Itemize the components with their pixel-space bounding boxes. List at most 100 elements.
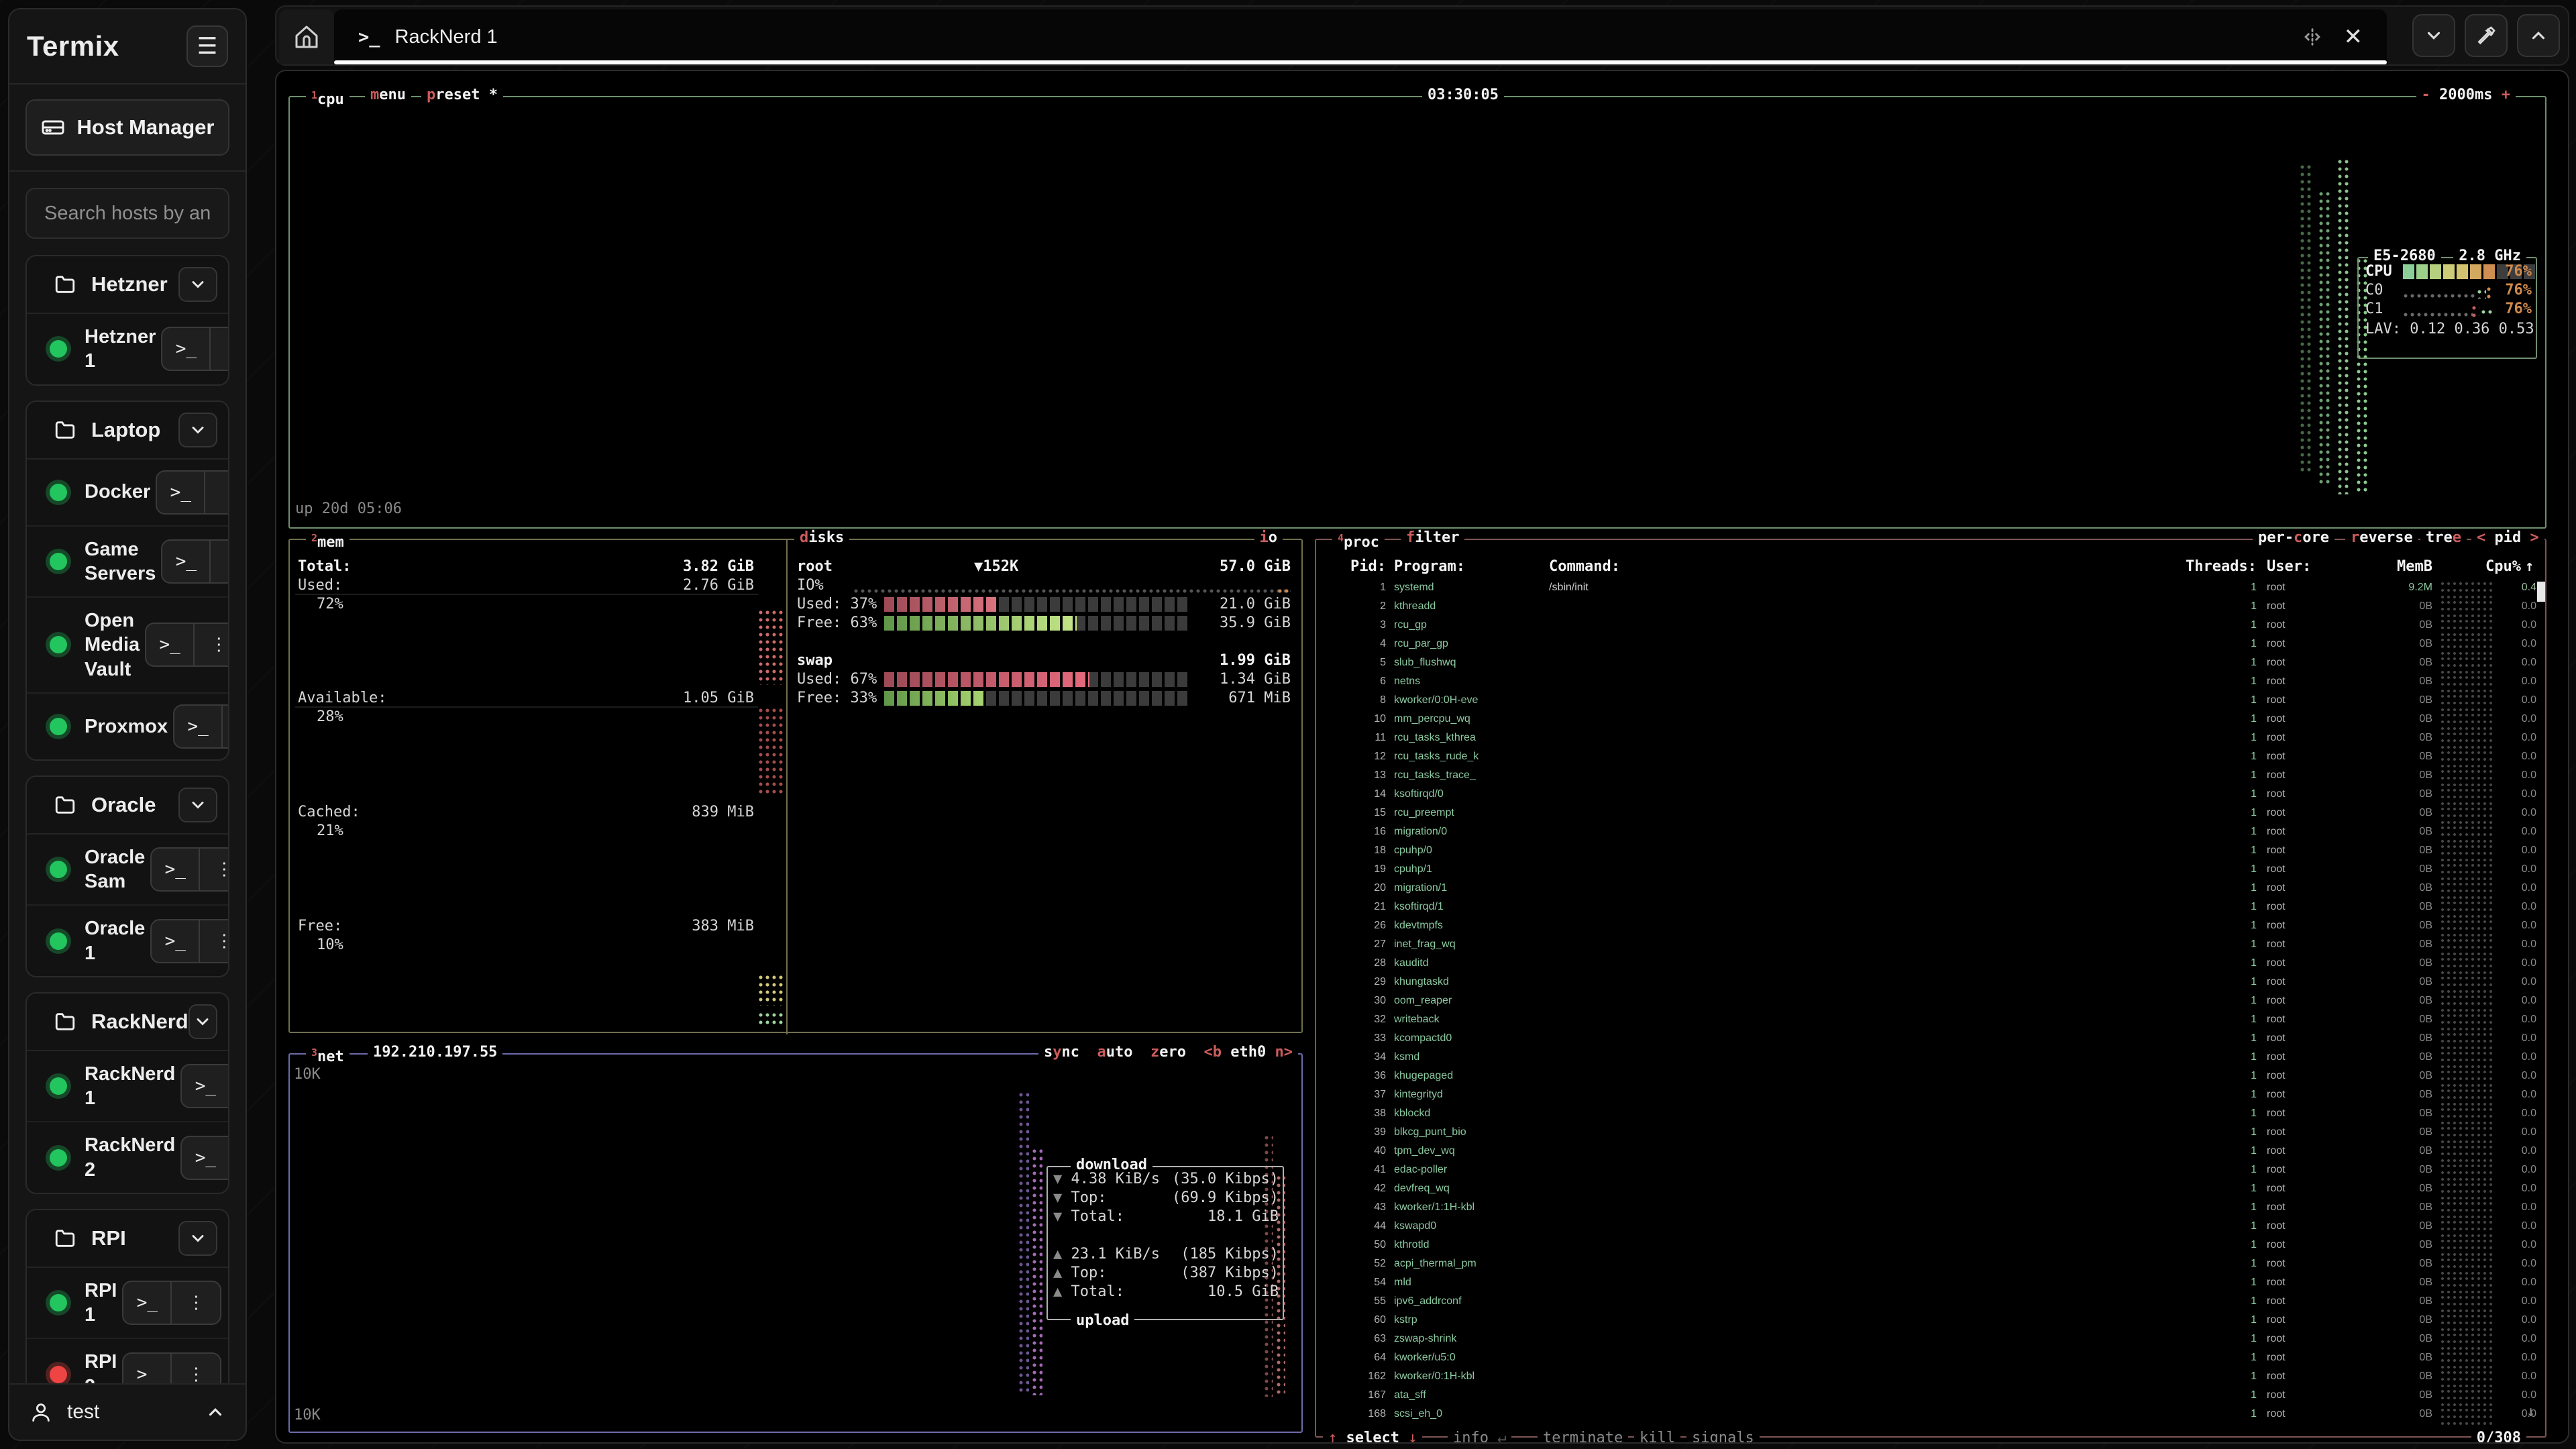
open-terminal-button[interactable]: >_ — [182, 1137, 229, 1179]
host-item-open-media-vault[interactable]: Open Media Vault >_ ⋮ — [27, 598, 228, 694]
process-row[interactable]: 60 kstrp 1 root 0B 0.0 — [1316, 1314, 2545, 1333]
process-row[interactable]: 1 systemd /sbin/init 1 root 9.2M 0.4 — [1316, 582, 2545, 600]
process-row[interactable]: 37 kintegrityd 1 root 0B 0.0 — [1316, 1089, 2545, 1108]
process-row[interactable]: 18 cpuhp/0 1 root 0B 0.0 — [1316, 845, 2545, 863]
host-item-oracle-sam[interactable]: Oracle Sam >_ ⋮ — [27, 835, 228, 906]
process-row[interactable]: 8 kworker/0:0H-eve 1 root 0B 0.0 — [1316, 694, 2545, 713]
close-tab-icon[interactable]: ✕ — [2344, 23, 2363, 50]
process-row[interactable]: 6 netns 1 root 0B 0.0 — [1316, 676, 2545, 694]
process-row[interactable]: 12 rcu_tasks_rude_k 1 root 0B 0.0 — [1316, 751, 2545, 769]
process-row[interactable]: 55 ipv6_addrconf 1 root 0B 0.0 — [1316, 1295, 2545, 1314]
disks-title[interactable]: disks — [794, 529, 849, 547]
host-item-oracle-1[interactable]: Oracle 1 >_ ⋮ — [27, 906, 228, 976]
process-row[interactable]: 41 edac-poller 1 root 0B 0.0 — [1316, 1164, 2545, 1183]
io-mode-button[interactable]: io — [1254, 529, 1283, 547]
collapse-button[interactable] — [2412, 14, 2455, 57]
host-menu-button[interactable]: ⋮ — [200, 920, 229, 962]
tools-button[interactable] — [2465, 14, 2508, 57]
group-collapse-button[interactable] — [178, 413, 217, 447]
process-row[interactable]: 13 rcu_tasks_trace_ 1 root 0B 0.0 — [1316, 769, 2545, 788]
open-terminal-button[interactable]: >_ — [123, 1282, 172, 1324]
host-menu-button[interactable]: ⋮ — [223, 706, 229, 747]
process-row[interactable]: 3 rcu_gp 1 root 0B 0.0 — [1316, 619, 2545, 638]
host-menu-button[interactable]: ⋮ — [211, 328, 229, 370]
host-item-racknerd-2[interactable]: RackNerd 2 >_ ⋮ — [27, 1122, 228, 1193]
group-header[interactable]: RackNerd — [27, 994, 228, 1051]
process-row[interactable]: 10 mm_percpu_wq 1 root 0B 0.0 — [1316, 713, 2545, 732]
process-row[interactable]: 33 kcompactd0 1 root 0B 0.0 — [1316, 1032, 2545, 1051]
process-row[interactable]: 167 ata_sff 1 root 0B 0.0 — [1316, 1389, 2545, 1408]
host-item-rpi-2[interactable]: RPI 2 >_ ⋮ — [27, 1339, 228, 1383]
process-row[interactable]: 44 kswapd0 1 root 0B 0.0 — [1316, 1220, 2545, 1239]
process-row[interactable]: 36 khugepaged 1 root 0B 0.0 — [1316, 1070, 2545, 1089]
preset-button[interactable]: preset * — [421, 86, 503, 105]
group-header[interactable]: Hetzner — [27, 256, 228, 314]
process-row[interactable]: 63 zswap-shrink 1 root 0B 0.0 — [1316, 1333, 2545, 1352]
expand-button[interactable] — [2517, 14, 2560, 57]
tab-racknerd-1[interactable]: >_ RackNerd 1 ✕ — [334, 9, 2387, 64]
process-row[interactable]: 14 ksoftirqd/0 1 root 0B 0.0 — [1316, 788, 2545, 807]
group-collapse-button[interactable] — [189, 1004, 217, 1039]
open-terminal-button[interactable]: >_ — [123, 1354, 172, 1384]
user-menu[interactable]: test — [9, 1383, 246, 1440]
home-tab-button[interactable] — [279, 9, 334, 64]
process-row[interactable]: 2 kthreadd 1 root 0B 0.0 — [1316, 600, 2545, 619]
process-row[interactable]: 162 kworker/0:1H-kbl 1 root 0B 0.0 — [1316, 1371, 2545, 1389]
process-row[interactable]: 20 migration/1 1 root 0B 0.0 — [1316, 882, 2545, 901]
open-terminal-button[interactable]: >_ — [182, 1065, 229, 1107]
process-row[interactable]: 27 inet_frag_wq 1 root 0B 0.0 — [1316, 938, 2545, 957]
reverse-button[interactable]: reverse — [2345, 529, 2418, 547]
group-header[interactable]: Oracle — [27, 777, 228, 835]
process-row[interactable]: 42 devfreq_wq 1 root 0B 0.0 — [1316, 1183, 2545, 1201]
update-interval-control[interactable]: - 2000ms + — [2416, 86, 2516, 105]
process-row[interactable]: 168 scsi_eh_0 1 root 0B 0.0 — [1316, 1408, 2545, 1427]
process-row[interactable]: 38 kblockd 1 root 0B 0.0 — [1316, 1108, 2545, 1126]
host-menu-button[interactable]: ⋮ — [211, 541, 229, 582]
process-row[interactable]: 5 slub_flushwq 1 root 0B 0.0 — [1316, 657, 2545, 676]
filter-button[interactable]: filter — [1401, 529, 1464, 547]
sidebar-menu-button[interactable]: ☰ — [186, 25, 228, 67]
open-terminal-button[interactable]: >_ — [174, 706, 223, 747]
process-row[interactable]: 19 cpuhp/1 1 root 0B 0.0 — [1316, 863, 2545, 882]
process-row[interactable]: 43 kworker/1:1H-kbl 1 root 0B 0.0 — [1316, 1201, 2545, 1220]
per-core-button[interactable]: per-core — [2253, 529, 2334, 547]
open-terminal-button[interactable]: >_ — [146, 624, 195, 665]
group-collapse-button[interactable] — [178, 1221, 217, 1256]
host-menu-button[interactable]: ⋮ — [200, 849, 229, 890]
open-terminal-button[interactable]: >_ — [162, 541, 211, 582]
host-menu-button[interactable]: ⋮ — [172, 1282, 220, 1324]
host-item-game-servers[interactable]: Game Servers >_ ⋮ — [27, 527, 228, 598]
host-item-hetzner-1[interactable]: Hetzner 1 >_ ⋮ — [27, 314, 228, 384]
process-row[interactable]: 29 khungtaskd 1 root 0B 0.0 — [1316, 976, 2545, 995]
process-row[interactable]: 39 blkcg_punt_bio 1 root 0B 0.0 — [1316, 1126, 2545, 1145]
host-item-racknerd-1[interactable]: RackNerd 1 >_ ⋮ — [27, 1051, 228, 1123]
net-options[interactable]: sync auto zero <b eth0 n> — [1038, 1043, 1298, 1062]
split-view-icon[interactable] — [2301, 25, 2324, 48]
process-row[interactable]: 32 writeback 1 root 0B 0.0 — [1316, 1014, 2545, 1032]
host-menu-button[interactable]: ⋮ — [172, 1354, 220, 1384]
menu-button[interactable]: menu — [365, 86, 411, 105]
tree-button[interactable]: tree — [2420, 529, 2467, 547]
group-header[interactable]: RPI — [27, 1210, 228, 1268]
proc-footer-kill[interactable]: kill — [1634, 1429, 1680, 1444]
process-scrollbar[interactable] — [2537, 582, 2545, 602]
process-row[interactable]: 16 migration/0 1 root 0B 0.0 — [1316, 826, 2545, 845]
host-menu-button[interactable]: ⋮ — [195, 624, 229, 665]
proc-footer-info[interactable]: info ↵ — [1448, 1429, 1511, 1444]
process-row[interactable]: 21 ksoftirqd/1 1 root 0B 0.0 — [1316, 901, 2545, 920]
sort-column-selector[interactable]: < pid > — [2471, 529, 2544, 547]
search-input[interactable] — [25, 188, 229, 239]
host-item-proxmox[interactable]: Proxmox >_ ⋮ — [27, 694, 228, 759]
host-manager-button[interactable]: Host Manager — [25, 99, 229, 156]
terminal-view[interactable]: 1cpu menu preset * 03:30:05 - 2000ms + E… — [275, 70, 2569, 1444]
process-row[interactable]: 4 rcu_par_gp 1 root 0B 0.0 — [1316, 638, 2545, 657]
process-row[interactable]: 34 ksmd 1 root 0B 0.0 — [1316, 1051, 2545, 1070]
host-item-rpi-1[interactable]: RPI 1 >_ ⋮ — [27, 1268, 228, 1340]
proc-footer-signals[interactable]: signals — [1686, 1429, 1760, 1444]
open-terminal-button[interactable]: >_ — [152, 849, 200, 890]
group-collapse-button[interactable] — [178, 788, 217, 822]
process-row[interactable]: 30 oom_reaper 1 root 0B 0.0 — [1316, 995, 2545, 1014]
process-row[interactable]: 11 rcu_tasks_kthrea 1 root 0B 0.0 — [1316, 732, 2545, 751]
group-header[interactable]: Laptop — [27, 402, 228, 460]
open-terminal-button[interactable]: >_ — [152, 920, 200, 962]
